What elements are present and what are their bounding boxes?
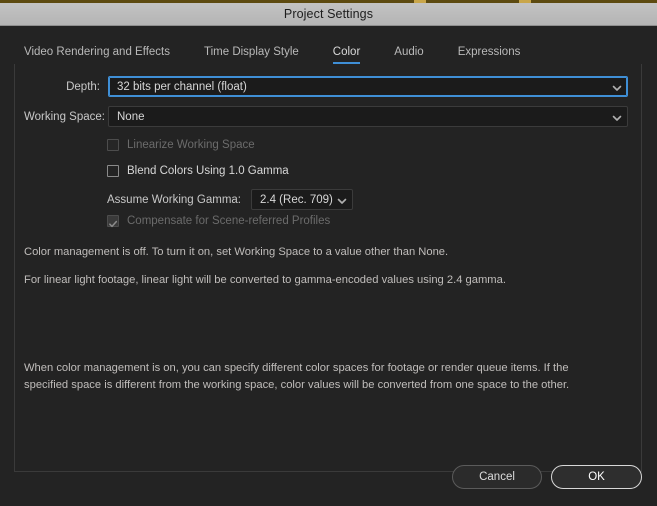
dialog-titlebar[interactable]: Project Settings [0,3,657,26]
settings-tabs: Video Rendering and Effects Time Display… [24,46,554,64]
cancel-button-label: Cancel [479,471,515,483]
tab-time-display-style[interactable]: Time Display Style [204,46,299,64]
linearize-working-space-checkbox[interactable] [107,139,119,151]
tab-label: Time Display Style [204,46,299,58]
ok-button-label: OK [588,471,605,483]
cancel-button[interactable]: Cancel [452,465,542,489]
depth-value: 32 bits per channel (float) [117,80,247,93]
working-space-value: None [117,110,145,123]
chevron-down-icon [337,196,347,204]
depth-select[interactable]: 32 bits per channel (float) [108,76,628,97]
depth-row: Depth: 32 bits per channel (float) [24,76,628,97]
dialog-body: Video Rendering and Effects Time Display… [0,26,657,506]
tab-label: Color [332,46,361,58]
assume-working-gamma-row: Assume Working Gamma: 2.4 (Rec. 709) [107,189,353,210]
tab-video-rendering-and-effects[interactable]: Video Rendering and Effects [24,46,170,64]
chevron-down-icon [612,113,622,121]
color-management-help-text: When color management is on, you can spe… [24,362,570,391]
tab-audio[interactable]: Audio [394,46,423,64]
chevron-down-icon [612,83,622,91]
tab-color[interactable]: Color [332,46,361,64]
blend-colors-gamma-checkbox[interactable] [107,165,119,177]
blend-colors-gamma-label: Blend Colors Using 1.0 Gamma [127,165,289,177]
depth-label: Depth: [66,80,100,93]
working-space-row: Working Space: None [24,106,628,127]
linearize-working-space-label: Linearize Working Space [127,139,255,151]
tab-label: Expressions [457,46,521,58]
working-space-label: Working Space: [24,110,105,123]
assume-working-gamma-label: Assume Working Gamma: [107,193,241,206]
blend-colors-gamma-row[interactable]: Blend Colors Using 1.0 Gamma [107,165,289,177]
tab-label: Video Rendering and Effects [24,46,170,58]
ok-button[interactable]: OK [551,465,642,489]
working-space-select[interactable]: None [108,106,628,127]
color-management-status-text: Color management is off. To turn it on, … [24,246,449,258]
tab-label: Audio [394,46,424,58]
tab-expressions[interactable]: Expressions [458,46,521,64]
dialog-title: Project Settings [283,7,374,21]
assume-working-gamma-value: 2.4 (Rec. 709) [260,193,333,206]
linear-light-info-text: For linear light footage, linear light w… [24,274,506,286]
check-icon [108,216,118,228]
project-settings-window: Project Settings Video Rendering and Eff… [0,0,657,506]
compensate-scene-referred-label: Compensate for Scene-referred Profiles [127,215,331,227]
compensate-scene-referred-row[interactable]: Compensate for Scene-referred Profiles [107,215,331,228]
linearize-working-space-row[interactable]: Linearize Working Space [107,139,255,151]
compensate-scene-referred-checkbox[interactable] [107,215,119,228]
assume-working-gamma-select[interactable]: 2.4 (Rec. 709) [251,189,353,210]
